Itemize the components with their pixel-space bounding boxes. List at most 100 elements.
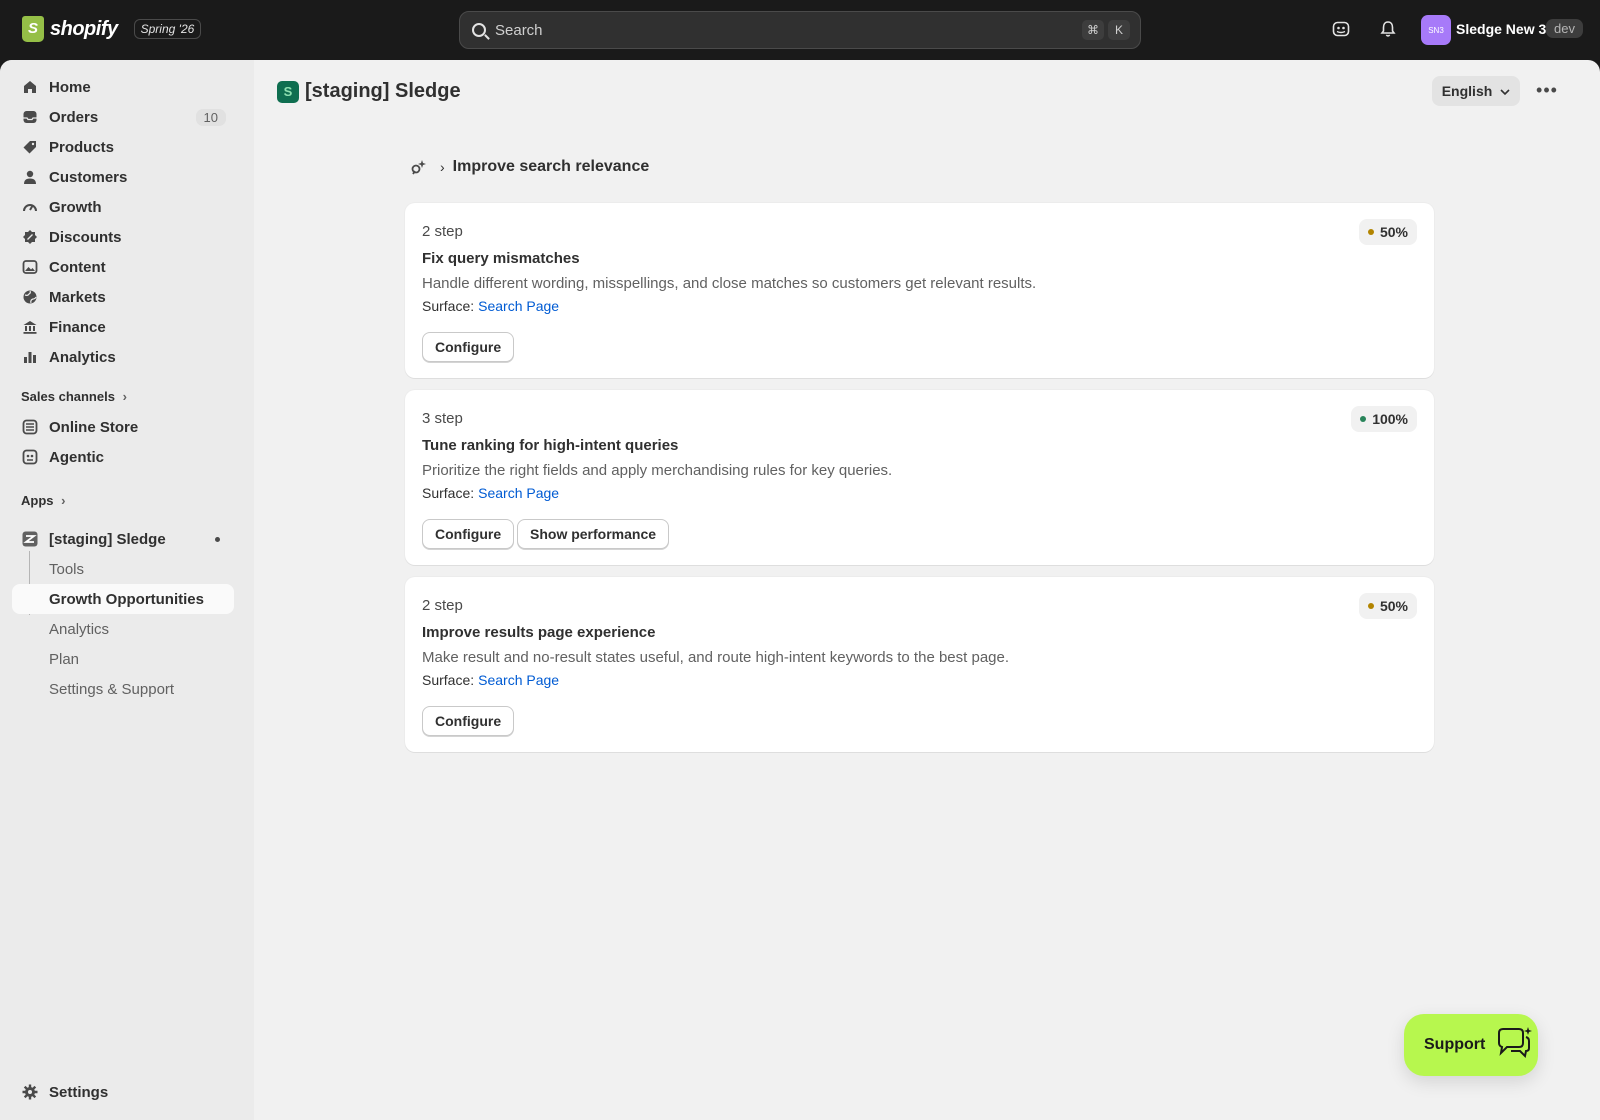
- gear-icon: [22, 1084, 38, 1100]
- search-bar[interactable]: Search ⌘ K: [459, 11, 1141, 49]
- sales-channels-heading[interactable]: Sales channels ›: [21, 389, 127, 404]
- sidebar-subitem-plan[interactable]: Plan: [12, 644, 234, 674]
- top-bar: shopify Spring '26 Search ⌘ K SN3 Sledge…: [0, 0, 1600, 60]
- home-icon: [22, 79, 38, 95]
- opportunity-card: 3 step Tune ranking for high-intent quer…: [405, 390, 1434, 565]
- app-header: S [staging] Sledge: [277, 80, 461, 103]
- sidebar-subitem-growth-opportunities[interactable]: Growth Opportunities: [12, 584, 234, 614]
- sidebar-item-label: Finance: [49, 318, 106, 336]
- configure-button[interactable]: Configure: [422, 706, 515, 736]
- more-actions-icon[interactable]: •••: [1535, 78, 1559, 102]
- surface-link[interactable]: Search Page: [478, 672, 559, 688]
- sidebar-item-content[interactable]: Content: [12, 253, 234, 281]
- sidebar-item-label: Agentic: [49, 448, 105, 466]
- breadcrumb: › Improve search relevance: [410, 158, 649, 176]
- status-dot: [1367, 229, 1374, 235]
- store-name[interactable]: Sledge New 3: [1456, 21, 1546, 37]
- progress-badge: 50%: [1358, 593, 1417, 619]
- sidebar-item-growth[interactable]: Growth: [12, 193, 234, 221]
- surface-link[interactable]: Search Page: [478, 485, 559, 501]
- chevron-right-icon: ›: [61, 493, 66, 508]
- sidebar-item-settings[interactable]: Settings: [12, 1078, 234, 1106]
- brand-name: shopify: [50, 17, 118, 40]
- chevron-down-icon: [1500, 83, 1510, 99]
- surface-row: Surface: Search Page: [422, 672, 560, 688]
- sidebar-item-discounts[interactable]: Discounts: [12, 223, 234, 251]
- search-placeholder: Search: [495, 21, 543, 39]
- store-avatar[interactable]: SN3: [1421, 15, 1451, 45]
- sidebar-subitem-tools[interactable]: Tools: [12, 554, 234, 584]
- sidebar-item-online-store[interactable]: Online Store: [12, 413, 234, 441]
- sidebar-subitem-settings-support[interactable]: Settings & Support: [12, 674, 234, 704]
- store-icon: [22, 419, 38, 435]
- sidebar-item-label: Settings: [49, 1083, 109, 1101]
- language-label: English: [1441, 83, 1493, 99]
- sidebar-item-label: Content: [49, 258, 106, 276]
- step-count: 2 step: [422, 223, 463, 240]
- admin-shell: Home Orders 10 Products Customers Growth…: [0, 60, 1600, 1120]
- sidekick-icon[interactable]: [1331, 19, 1351, 39]
- surface-link[interactable]: Search Page: [478, 298, 559, 314]
- language-select[interactable]: English: [1432, 76, 1520, 106]
- sidebar-item-analytics[interactable]: Analytics: [12, 343, 234, 371]
- edition-badge: Spring '26: [133, 19, 202, 39]
- sidebar-item-markets[interactable]: Markets: [12, 283, 234, 311]
- sidebar-item-label: Online Store: [49, 418, 139, 436]
- sidebar-item-agentic[interactable]: Agentic: [12, 443, 234, 471]
- gauge-icon: [22, 199, 38, 215]
- bank-icon: [22, 319, 38, 335]
- orders-count-badge: 10: [195, 108, 226, 126]
- image-icon: [22, 259, 38, 275]
- tag-icon: [22, 139, 38, 155]
- status-dot: [1360, 416, 1367, 422]
- sidebar-item-finance[interactable]: Finance: [12, 313, 234, 341]
- card-description: Handle different wording, misspellings, …: [422, 275, 1037, 292]
- pin-dot: [215, 536, 220, 542]
- shortcut-cmd-key: ⌘: [1082, 20, 1104, 40]
- search-icon: [472, 23, 486, 37]
- card-description: Make result and no-result states useful,…: [422, 649, 1010, 666]
- growth-sparkle-icon[interactable]: [410, 158, 428, 176]
- sidebar-item-label: Products: [49, 138, 115, 156]
- progress-badge: 100%: [1351, 406, 1417, 432]
- shopify-logo[interactable]: shopify Spring '26: [22, 16, 202, 42]
- configure-button[interactable]: Configure: [422, 519, 515, 549]
- sidebar-item-app-sledge[interactable]: [staging] Sledge: [12, 525, 234, 553]
- show-performance-button[interactable]: Show performance: [517, 519, 670, 549]
- surface-row: Surface: Search Page: [422, 485, 560, 501]
- shortcut-k-key: K: [1108, 20, 1130, 40]
- sidebar-subitem-analytics[interactable]: Analytics: [12, 614, 234, 644]
- sidebar-item-label: Growth: [49, 198, 102, 216]
- page-title: [staging] Sledge: [305, 80, 461, 102]
- sidebar-item-label: Discounts: [49, 228, 122, 246]
- sidebar-item-label: Analytics: [49, 348, 116, 366]
- surface-row: Surface: Search Page: [422, 298, 560, 314]
- configure-button[interactable]: Configure: [422, 332, 515, 362]
- person-icon: [22, 169, 38, 185]
- apps-heading[interactable]: Apps ›: [21, 493, 65, 508]
- robot-icon: [22, 449, 38, 465]
- card-title: Tune ranking for high-intent queries: [422, 437, 679, 454]
- sidebar-item-orders[interactable]: Orders 10: [12, 103, 234, 131]
- discount-icon: [22, 229, 38, 245]
- bell-icon[interactable]: [1378, 19, 1398, 39]
- globe-icon: [22, 289, 38, 305]
- sledge-app-icon: S: [277, 80, 299, 103]
- card-title: Fix query mismatches: [422, 250, 580, 267]
- inbox-icon: [22, 109, 38, 125]
- shopify-bag-icon: [22, 16, 44, 42]
- sidebar: Home Orders 10 Products Customers Growth…: [0, 60, 254, 1120]
- sidebar-item-home[interactable]: Home: [12, 73, 234, 101]
- support-label: Support: [1424, 1036, 1486, 1053]
- env-badge: dev: [1546, 19, 1583, 38]
- opportunity-card: 2 step Improve results page experience M…: [405, 577, 1434, 752]
- sidebar-item-label: Customers: [49, 168, 128, 186]
- sidebar-item-customers[interactable]: Customers: [12, 163, 234, 191]
- sidebar-item-label: [staging] Sledge: [49, 530, 166, 548]
- card-title: Improve results page experience: [422, 624, 656, 641]
- sidebar-item-products[interactable]: Products: [12, 133, 234, 161]
- sledge-app-icon: [22, 531, 38, 547]
- support-button[interactable]: Support: [1404, 1014, 1538, 1076]
- sidebar-item-label: Markets: [49, 288, 106, 306]
- status-dot: [1367, 603, 1374, 609]
